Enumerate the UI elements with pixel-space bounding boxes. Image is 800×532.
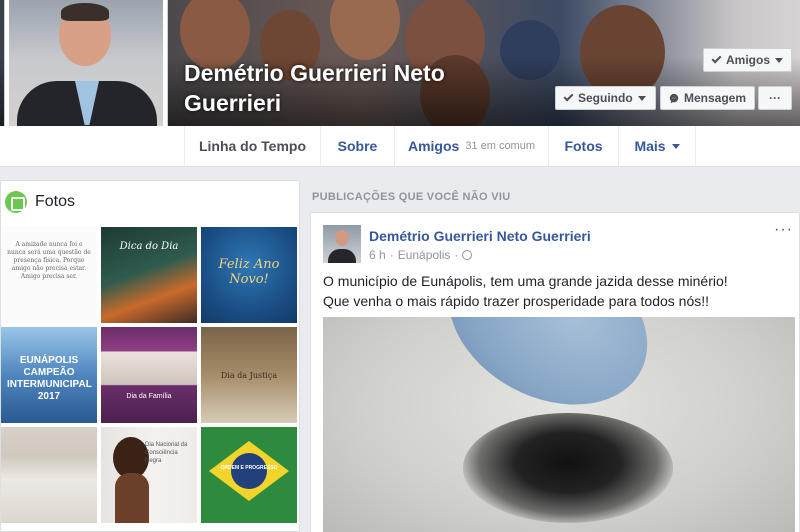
- check-icon: [711, 53, 722, 64]
- post-text-line: O município de Eunápolis, tem uma grande…: [323, 273, 728, 289]
- following-button-label: Seguindo: [578, 91, 633, 105]
- photo-caption: A amizade nunca foi e nunca será uma que…: [7, 241, 91, 280]
- message-button-label: Mensagem: [683, 91, 746, 105]
- photo-tile[interactable]: Dica do Dia: [101, 227, 197, 323]
- post-options-button[interactable]: ···: [774, 221, 793, 239]
- tab-photos[interactable]: Fotos: [548, 126, 618, 166]
- tab-photos-label: Fotos: [564, 138, 603, 154]
- meta-separator: ·: [454, 248, 459, 262]
- post-image[interactable]: [323, 317, 795, 532]
- photos-header[interactable]: Fotos: [5, 191, 75, 213]
- photo-caption: Dia da Família: [126, 393, 172, 400]
- post-location[interactable]: Eunápolis: [398, 248, 451, 262]
- post-text: O município de Eunápolis, tem uma grande…: [323, 271, 793, 311]
- chevron-down-icon: [775, 57, 783, 63]
- post-time[interactable]: 6 h: [369, 248, 386, 262]
- photo-tile[interactable]: Dia da Família: [101, 327, 197, 423]
- photo-caption: Feliz Ano Novo!: [218, 257, 280, 287]
- post-author-avatar[interactable]: [323, 225, 361, 263]
- tab-friends[interactable]: Amigos 31 em comum: [394, 126, 548, 166]
- photo-tile[interactable]: [1, 427, 97, 523]
- globe-icon: [462, 250, 473, 260]
- following-button[interactable]: Seguindo: [555, 86, 656, 110]
- post-meta: 6 h · Eunápolis ·: [369, 248, 473, 262]
- photo-caption: ORDEM E PROGRESSO: [220, 465, 278, 471]
- photos-card: Fotos A amizade nunca foi e nunca será u…: [0, 180, 300, 532]
- tab-more[interactable]: Mais: [618, 126, 696, 166]
- tab-timeline-label: Linha do Tempo: [198, 138, 307, 154]
- photo-tile[interactable]: EUNÁPOLIS CAMPEÃO INTERMUNICIPAL 2017: [1, 327, 97, 423]
- post-text-line: Que venha o mais rápido trazer prosperid…: [323, 293, 710, 309]
- photo-tile[interactable]: Feliz Ano Novo!: [201, 227, 297, 323]
- messenger-icon: [669, 93, 679, 103]
- photo-tile[interactable]: Dia da Justiça: [201, 327, 297, 423]
- tab-more-label: Mais: [634, 138, 666, 154]
- photo-caption: Dia da Justiça: [220, 371, 278, 380]
- message-button[interactable]: Mensagem: [660, 86, 755, 110]
- chevron-down-icon: [637, 95, 646, 101]
- more-options-button[interactable]: ···: [758, 86, 792, 110]
- friends-button[interactable]: Amigos: [703, 48, 792, 72]
- friends-button-label: Amigos: [725, 53, 770, 67]
- profile-nav: Linha do Tempo Sobre Amigos 31 em comum …: [0, 126, 800, 167]
- photo-tile[interactable]: Dia Nacional da Consciência Negra: [101, 427, 197, 523]
- post-card: Demétrio Guerrieri Neto Guerrieri 6 h · …: [310, 212, 800, 532]
- tab-friends-label: Amigos: [407, 138, 460, 154]
- tab-about-label: Sobre: [337, 138, 378, 154]
- more-options-label: ···: [769, 91, 781, 105]
- post-author-name[interactable]: Demétrio Guerrieri Neto Guerrieri: [369, 228, 591, 244]
- photo-caption: Dica do Dia: [119, 241, 179, 252]
- photo-caption: EUNÁPOLIS CAMPEÃO INTERMUNICIPAL 2017: [7, 355, 92, 402]
- mutual-friends-count: 31 em comum: [465, 140, 536, 152]
- profile-name[interactable]: Demétrio Guerrieri Neto Guerrieri: [184, 58, 514, 118]
- tab-timeline[interactable]: Linha do Tempo: [184, 126, 320, 166]
- photo-tile[interactable]: ORDEM E PROGRESSO: [201, 427, 297, 523]
- photo-tile[interactable]: A amizade nunca foi e nunca será uma que…: [1, 227, 97, 323]
- photos-grid: A amizade nunca foi e nunca será uma que…: [1, 227, 297, 523]
- check-icon: [563, 91, 574, 102]
- avatar: [9, 0, 163, 145]
- feed-section-label: PUBLICAÇÕES QUE VOCÊ NÃO VIU: [312, 191, 511, 203]
- photos-title: Fotos: [35, 193, 76, 210]
- meta-separator: ·: [389, 248, 394, 262]
- tab-about[interactable]: Sobre: [320, 126, 394, 166]
- chevron-down-icon: [671, 143, 680, 149]
- photo-caption: Dia Nacional da Consciência Negra: [145, 442, 188, 464]
- photos-icon: [5, 191, 27, 213]
